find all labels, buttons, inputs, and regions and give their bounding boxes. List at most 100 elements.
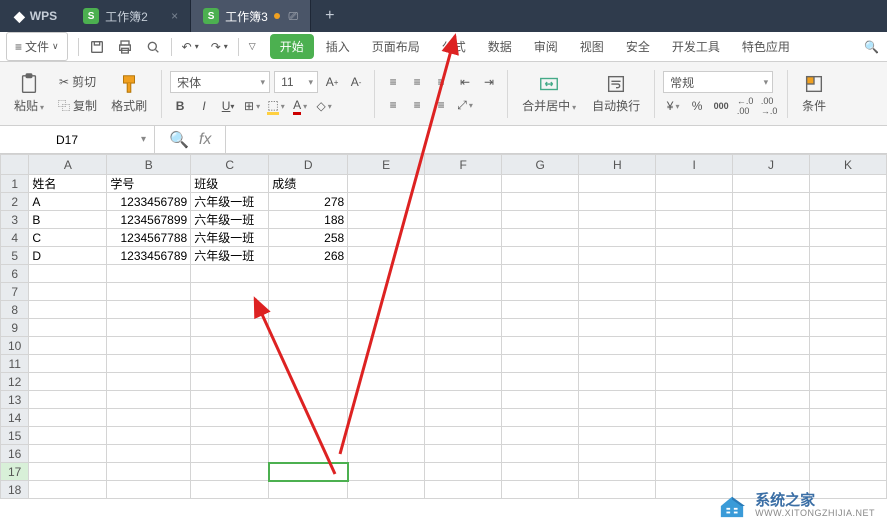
cell[interactable] <box>733 373 810 391</box>
tab-data[interactable]: 数据 <box>478 34 522 59</box>
row-header[interactable]: 8 <box>1 301 29 319</box>
cell[interactable]: 姓名 <box>29 175 107 193</box>
cond-format-button[interactable]: 条件 <box>796 71 832 116</box>
col-header[interactable]: D <box>269 155 348 175</box>
cell[interactable] <box>579 301 656 319</box>
fx-icon[interactable]: fx <box>199 131 211 149</box>
cell[interactable] <box>502 355 579 373</box>
row-header[interactable]: 11 <box>1 355 29 373</box>
cell[interactable] <box>107 301 191 319</box>
cell[interactable] <box>425 229 502 247</box>
cell[interactable] <box>502 283 579 301</box>
align-center-button[interactable]: ≡ <box>407 95 427 115</box>
cell[interactable] <box>348 355 425 373</box>
cell[interactable] <box>579 445 656 463</box>
cell[interactable]: 1234567899 <box>107 211 191 229</box>
cell[interactable] <box>29 463 107 481</box>
row-header[interactable]: 13 <box>1 391 29 409</box>
cell[interactable]: 278 <box>269 193 348 211</box>
cell[interactable] <box>733 283 810 301</box>
underline-button[interactable]: U▾ <box>218 96 238 116</box>
cell[interactable] <box>733 211 810 229</box>
cell[interactable] <box>425 463 502 481</box>
number-format-combo[interactable]: 常规 <box>663 71 773 93</box>
cell[interactable] <box>425 445 502 463</box>
cell[interactable] <box>29 427 107 445</box>
cell[interactable] <box>425 409 502 427</box>
cell[interactable] <box>107 283 191 301</box>
cell[interactable] <box>191 445 269 463</box>
cell[interactable] <box>348 337 425 355</box>
undo-button[interactable]: ↶▾ <box>176 32 205 61</box>
row-header[interactable]: 7 <box>1 283 29 301</box>
cell[interactable] <box>29 391 107 409</box>
cell[interactable] <box>809 409 886 427</box>
cell[interactable] <box>107 265 191 283</box>
cell[interactable] <box>425 481 502 499</box>
indent-inc-button[interactable]: ⇥ <box>479 72 499 92</box>
tab-view[interactable]: 视图 <box>570 34 614 59</box>
cell[interactable] <box>191 337 269 355</box>
cell[interactable] <box>425 265 502 283</box>
cell[interactable]: 六年级一班 <box>191 211 269 229</box>
name-box[interactable]: D17 <box>0 126 155 153</box>
col-header[interactable]: A <box>29 155 107 175</box>
cell[interactable] <box>809 247 886 265</box>
cell[interactable] <box>29 373 107 391</box>
print-preview-button[interactable] <box>139 32 167 61</box>
spreadsheet-grid[interactable]: ABCDEFGHIJK1姓名学号班级成绩2A1233456789六年级一班278… <box>0 154 887 499</box>
cell[interactable] <box>425 193 502 211</box>
col-header[interactable]: C <box>191 155 269 175</box>
cell[interactable] <box>191 355 269 373</box>
cell[interactable] <box>29 409 107 427</box>
cell[interactable] <box>425 391 502 409</box>
save-button[interactable] <box>83 32 111 61</box>
tab-security[interactable]: 安全 <box>616 34 660 59</box>
cell[interactable] <box>269 265 348 283</box>
workbook-tab-2[interactable]: S 工作簿3 ⎚ <box>191 0 311 32</box>
tab-insert[interactable]: 插入 <box>316 34 360 59</box>
cell[interactable] <box>269 337 348 355</box>
cell[interactable] <box>579 391 656 409</box>
row-header[interactable]: 6 <box>1 265 29 283</box>
cell[interactable] <box>425 337 502 355</box>
cell[interactable] <box>656 319 733 337</box>
cell[interactable] <box>809 265 886 283</box>
cell[interactable] <box>656 229 733 247</box>
cell[interactable] <box>107 409 191 427</box>
tab-dev[interactable]: 开发工具 <box>662 34 730 59</box>
cell[interactable] <box>656 355 733 373</box>
cell[interactable]: 六年级一班 <box>191 247 269 265</box>
cell[interactable] <box>425 319 502 337</box>
wrap-text-button[interactable]: 自动换行 <box>586 71 646 116</box>
cell[interactable] <box>733 319 810 337</box>
cell[interactable] <box>107 337 191 355</box>
cell[interactable] <box>502 463 579 481</box>
row-header[interactable]: 1 <box>1 175 29 193</box>
cell[interactable] <box>29 355 107 373</box>
row-header[interactable]: 3 <box>1 211 29 229</box>
align-top-button[interactable]: ≡ <box>383 72 403 92</box>
col-header[interactable]: G <box>502 155 579 175</box>
align-middle-button[interactable]: ≡ <box>407 72 427 92</box>
cell[interactable]: 268 <box>269 247 348 265</box>
redo-button[interactable]: ↷▾ <box>205 32 234 61</box>
cell[interactable] <box>348 265 425 283</box>
format-painter-button[interactable]: 格式刷 <box>105 71 153 116</box>
cell[interactable] <box>579 175 656 193</box>
comma-button[interactable]: 000 <box>711 96 731 116</box>
cell[interactable] <box>502 301 579 319</box>
cell[interactable] <box>733 265 810 283</box>
cell[interactable] <box>348 481 425 499</box>
cell[interactable] <box>191 283 269 301</box>
print-button[interactable] <box>111 32 139 61</box>
row-header[interactable]: 14 <box>1 409 29 427</box>
row-header[interactable]: 18 <box>1 481 29 499</box>
close-icon[interactable]: × <box>171 9 178 23</box>
cell[interactable] <box>733 247 810 265</box>
cell[interactable] <box>733 445 810 463</box>
file-menu-button[interactable]: ≡ 文件 ∨ <box>6 32 68 61</box>
cell[interactable] <box>733 175 810 193</box>
cell[interactable] <box>348 463 425 481</box>
paste-button[interactable]: 粘贴 <box>8 71 50 116</box>
